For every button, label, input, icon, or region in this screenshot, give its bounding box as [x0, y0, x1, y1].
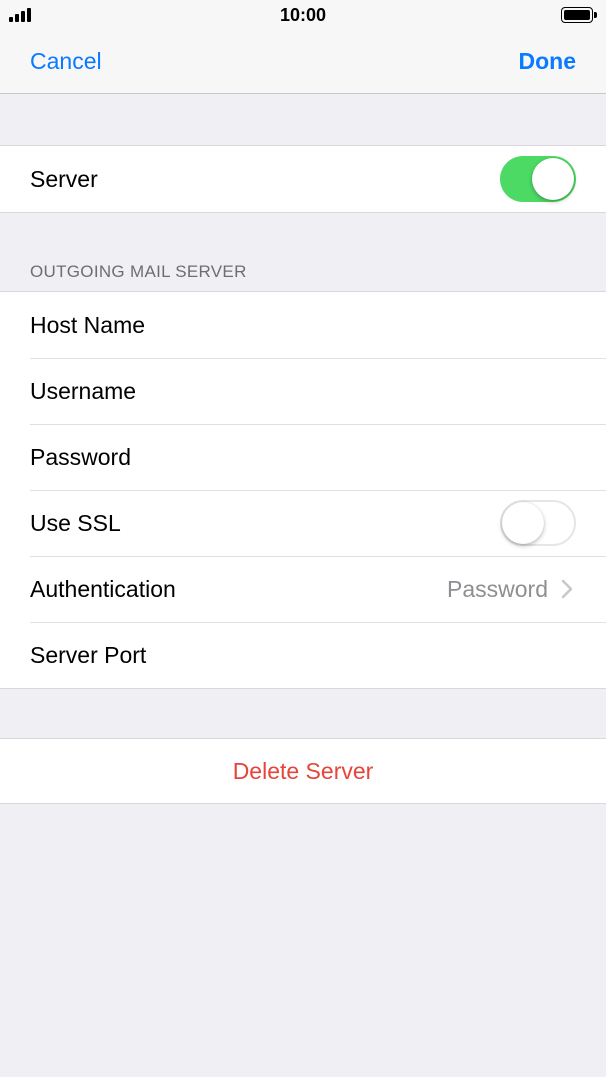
cancel-button[interactable]: Cancel	[30, 48, 102, 75]
username-label: Username	[30, 377, 137, 404]
host-name-row[interactable]: Host Name	[0, 292, 606, 358]
server-group: Server	[0, 145, 606, 213]
chevron-right-icon	[561, 579, 573, 599]
use-ssl-toggle[interactable]	[500, 500, 576, 546]
navigation-bar: Cancel Done	[0, 30, 606, 94]
outgoing-server-group: Host Name Username Password Use SSL Auth…	[0, 291, 606, 689]
status-time: 10:00	[279, 5, 327, 25]
outgoing-mail-server-header: OUTGOING MAIL SERVER	[30, 262, 247, 281]
username-row[interactable]: Username	[0, 358, 606, 424]
server-toggle[interactable]	[500, 156, 576, 202]
authentication-row[interactable]: Authentication Password	[0, 556, 606, 622]
server-port-label: Server Port	[30, 641, 147, 668]
delete-group: Delete Server	[0, 738, 606, 804]
use-ssl-row: Use SSL	[0, 490, 606, 556]
password-row[interactable]: Password	[0, 424, 606, 490]
done-button[interactable]: Done	[519, 48, 577, 75]
server-row: Server	[0, 146, 606, 212]
server-port-row[interactable]: Server Port	[0, 622, 606, 688]
authentication-value: Password	[447, 575, 548, 602]
password-label: Password	[30, 443, 131, 470]
host-name-label: Host Name	[30, 311, 146, 338]
battery-icon	[561, 7, 597, 23]
status-bar: 10:00	[0, 0, 606, 30]
delete-server-button[interactable]: Delete Server	[0, 739, 606, 803]
